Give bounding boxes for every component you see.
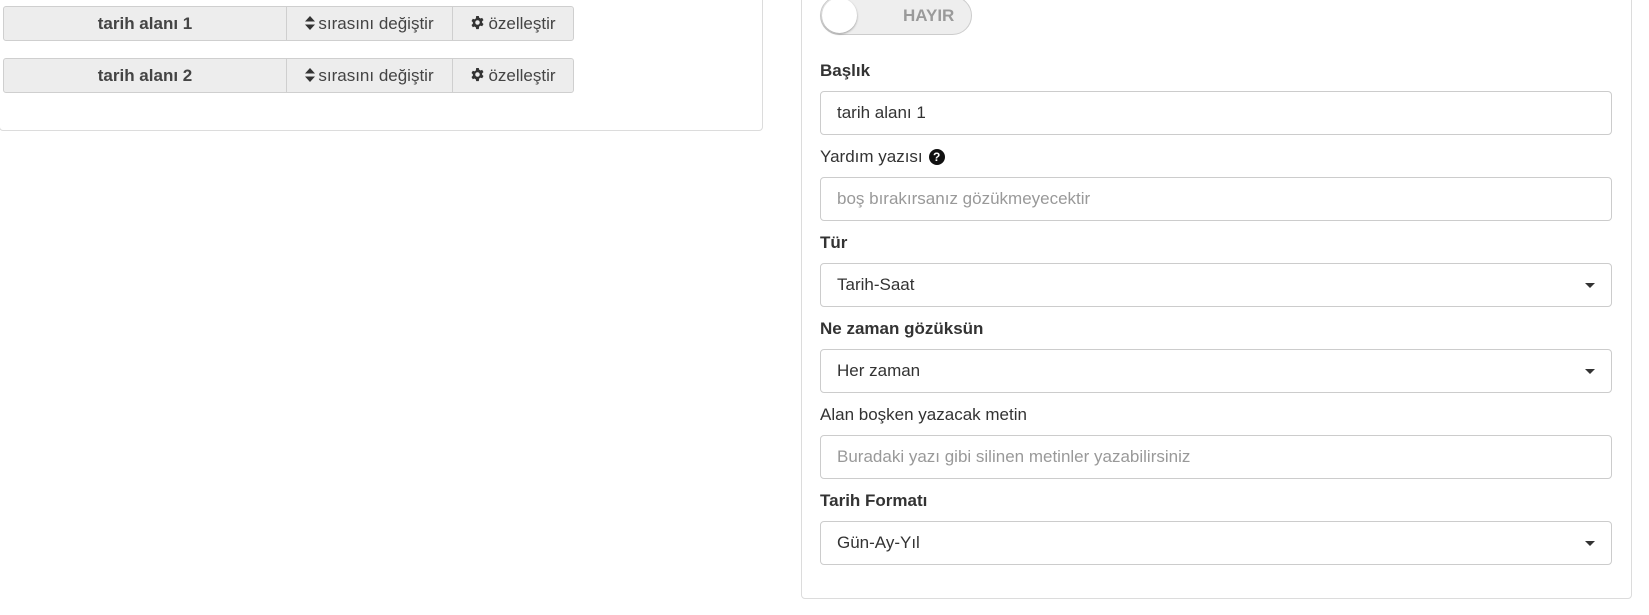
customize-button-label: özelleştir [488,65,556,85]
gear-icon [470,67,485,84]
empty-text-input[interactable]: Buradaki yazı gibi silinen metinler yaza… [820,435,1612,479]
visibility-select-value: Her zaman [837,361,921,380]
customize-button[interactable]: özelleştir [452,7,573,40]
chevron-down-icon [1585,283,1595,288]
type-select[interactable]: Tarih-Saat [820,263,1612,307]
help-text-label: Yardım yazısı? [820,147,945,167]
chevron-down-icon [1585,541,1595,546]
field-list-panel: tarih alanı 1 sırasını değiştir özelleşt… [0,0,763,131]
gear-icon [470,15,485,32]
toggle-label: HAYIR [903,6,955,25]
visibility-select[interactable]: Her zaman [820,349,1612,393]
reorder-button[interactable]: sırasını değiştir [286,59,452,92]
field-name: tarih alanı 2 [97,65,193,85]
reorder-button-label: sırasını değiştir [318,65,434,85]
type-select-value: Tarih-Saat [837,275,915,294]
sort-icon [305,67,316,84]
field-row: tarih alanı 1 sırasını değiştir özelleşt… [3,6,574,41]
type-label: Tür [820,233,848,252]
customize-button[interactable]: özelleştir [452,59,573,92]
empty-text-label: Alan boşken yazacak metin [820,405,1027,424]
date-format-select[interactable]: Gün-Ay-Yıl [820,521,1612,565]
date-format-select-value: Gün-Ay-Yıl [837,533,920,552]
question-circle-icon[interactable]: ? [928,149,945,165]
date-format-label: Tarih Formatı [820,491,928,510]
toggle-knob[interactable] [822,0,857,33]
title-input[interactable]: tarih alanı 1 [820,91,1612,135]
sort-icon [305,15,316,32]
reorder-button-label: sırasını değiştir [318,13,434,33]
visibility-label: Ne zaman gözüksün [820,319,984,338]
title-label: Başlık [820,61,871,80]
customize-button-label: özelleştir [488,13,556,33]
help-text-input[interactable]: boş bırakırsanız gözükmeyecektir [820,177,1612,221]
chevron-down-icon [1585,369,1595,374]
visibility-toggle[interactable]: HAYIR [820,0,972,35]
help-text-label-text: Yardım yazısı [820,147,923,166]
field-name: tarih alanı 1 [97,13,193,33]
reorder-button[interactable]: sırasını değiştir [286,7,452,40]
field-row: tarih alanı 2 sırasını değiştir özelleşt… [3,58,574,93]
